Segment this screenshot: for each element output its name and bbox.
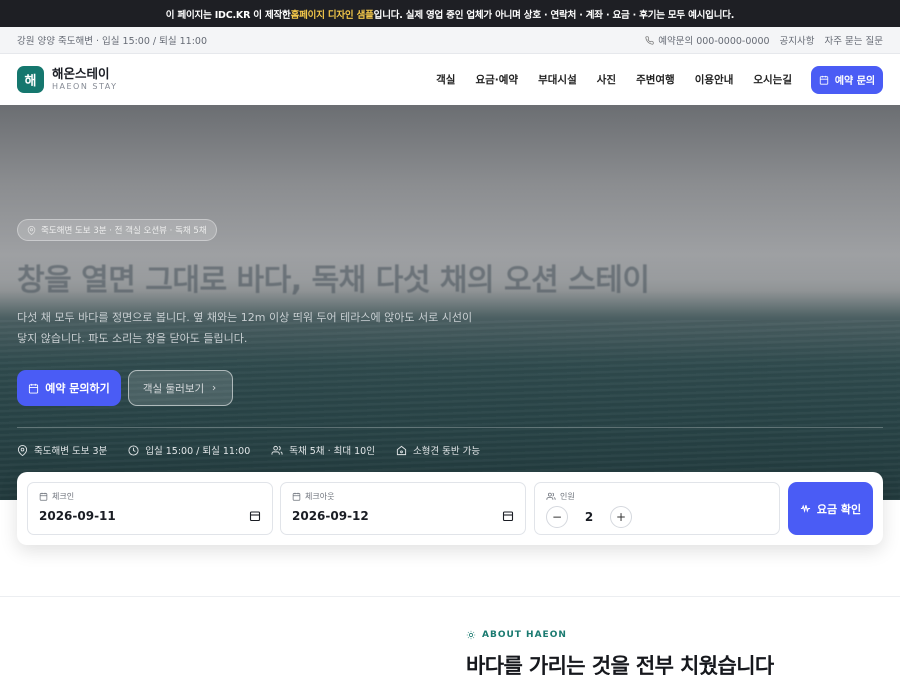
hero-section: 죽도해변 도보 3분 · 전 객실 오션뷰 · 독채 5채 창을 열면 그대로 … bbox=[0, 105, 900, 500]
nav-item-nearby[interactable]: 주변여행 bbox=[636, 72, 675, 87]
brand-subtitle: HAEON STAY bbox=[52, 81, 118, 91]
hero-title: 창을 열면 그대로 바다, 독채 다섯 채의 오션 스테이 bbox=[17, 263, 650, 298]
guests-value: 2 bbox=[584, 510, 594, 524]
fact-capacity: 독채 5채 · 최대 10인 bbox=[289, 446, 375, 457]
guests-field: 인원 − 2 + bbox=[534, 482, 780, 535]
nav-item-facilities[interactable]: 부대시설 bbox=[538, 72, 577, 87]
section-divider bbox=[0, 596, 900, 597]
about-eyebrow-text: ABOUT HAEON bbox=[482, 630, 567, 640]
checkin-value-row: 2026-09-11 bbox=[39, 509, 261, 523]
calendar-icon bbox=[819, 75, 829, 85]
nav-item-directions[interactable]: 오시는길 bbox=[753, 72, 792, 87]
browse-rooms-label: 객실 둘러보기 bbox=[142, 382, 205, 395]
check-rates-label: 요금 확인 bbox=[816, 502, 862, 516]
faq-link[interactable]: 자주 묻는 질문 bbox=[825, 33, 883, 47]
site-logo[interactable]: 해 해온스테이 HAEON STAY bbox=[17, 66, 117, 93]
check-rates-button[interactable]: 요금 확인 bbox=[788, 482, 873, 535]
guests-increment-button[interactable]: + bbox=[610, 506, 632, 528]
calendar-icon bbox=[292, 492, 301, 501]
header-reserve-label: 예약 문의 bbox=[834, 76, 876, 87]
guests-decrement-button[interactable]: − bbox=[546, 506, 568, 528]
checkout-field[interactable]: 체크아웃 2026-09-12 bbox=[280, 482, 526, 535]
main-nav: 객실 요금·예약 부대시설 사진 주변여행 이용안내 오시는길 bbox=[436, 72, 792, 87]
hero-facts: 죽도해변 도보 3분 입실 15:00 / 퇴실 11:00 독채 5채 · 최… bbox=[17, 443, 480, 457]
site-header: 해 해온스테이 HAEON STAY 객실 요금·예약 부대시설 사진 주변여행… bbox=[0, 54, 900, 105]
checkin-label: 체크인 bbox=[52, 492, 75, 501]
fact-item: 입실 15:00 / 퇴실 11:00 bbox=[128, 443, 250, 457]
users-icon bbox=[271, 445, 283, 455]
chevron-right-icon bbox=[212, 385, 216, 391]
brand-name: 해온스테이 bbox=[52, 66, 110, 82]
calendar-picker-icon[interactable] bbox=[249, 510, 261, 522]
checkout-label: 체크아웃 bbox=[305, 492, 335, 501]
phone-icon bbox=[645, 35, 654, 45]
checkout-value: 2026-09-12 bbox=[292, 509, 369, 523]
notice-prefix: 이 페이지는 IDC.KR 이 제작한 bbox=[165, 9, 291, 21]
checkin-label-row: 체크인 bbox=[39, 491, 261, 502]
checkout-value-row: 2026-09-12 bbox=[292, 509, 514, 523]
calendar-picker-icon[interactable] bbox=[502, 510, 514, 522]
fact-hours: 입실 15:00 / 퇴실 11:00 bbox=[145, 446, 251, 457]
utility-links: 예약문의 000-0000-0000 공지사항 자주 묻는 질문 bbox=[645, 33, 883, 47]
nav-item-photos[interactable]: 사진 bbox=[597, 72, 616, 87]
about-eyebrow: ABOUT HAEON bbox=[466, 630, 567, 640]
notice-board-link[interactable]: 공지사항 bbox=[780, 33, 815, 47]
checkout-label-row: 체크아웃 bbox=[292, 491, 514, 502]
about-title: 바다를 가리는 것을 전부 치웠습니다 bbox=[466, 654, 774, 675]
notice-bar: 이 페이지는 IDC.KR 이 제작한 홈페이지 디자인 샘플 입니다. 실제 영… bbox=[0, 0, 900, 27]
header-reserve-button[interactable]: 예약 문의 bbox=[811, 65, 883, 94]
fact-pets: 소형견 동반 가능 bbox=[412, 446, 481, 457]
fact-location: 죽도해변 도보 3분 bbox=[34, 446, 108, 457]
utility-bar: 강원 양양 죽도해변 · 입실 15:00 / 퇴실 11:00 예약문의 00… bbox=[0, 27, 900, 54]
fact-item: 독채 5채 · 최대 10인 bbox=[271, 443, 375, 457]
logo-text: 해온스테이 HAEON STAY bbox=[52, 67, 117, 92]
notice-highlight: 홈페이지 디자인 샘플 bbox=[290, 9, 374, 21]
hero-description: 다섯 채 모두 바다를 정면으로 봅니다. 옆 채와는 12m 이상 띄워 두어… bbox=[17, 311, 473, 345]
checkin-value: 2026-09-11 bbox=[39, 509, 116, 523]
notice-suffix: 입니다. 실제 영업 중인 업체가 아니며 상호 · 연락처 · 계좌 · 요금… bbox=[373, 9, 735, 21]
calendar-icon bbox=[39, 492, 48, 501]
pet-house-icon bbox=[396, 445, 407, 455]
wave-icon bbox=[800, 504, 810, 513]
booking-form: 체크인 2026-09-11 체크아웃 2026-09-12 인원 − 2 + … bbox=[17, 472, 883, 545]
browse-rooms-button[interactable]: 객실 둘러보기 bbox=[128, 370, 233, 406]
hero-divider bbox=[17, 427, 883, 428]
map-pin-icon bbox=[27, 225, 36, 235]
nav-item-guide[interactable]: 이용안내 bbox=[695, 72, 734, 87]
phone-link[interactable]: 예약문의 000-0000-0000 bbox=[645, 33, 770, 47]
hero-badge: 죽도해변 도보 3분 · 전 객실 오션뷰 · 독채 5채 bbox=[17, 219, 217, 241]
guests-label-row: 인원 bbox=[546, 491, 768, 502]
fact-item: 소형견 동반 가능 bbox=[396, 443, 480, 457]
calendar-icon bbox=[29, 383, 39, 394]
fact-item: 죽도해변 도보 3분 bbox=[17, 443, 107, 457]
users-icon bbox=[546, 492, 556, 500]
hero-badge-text: 죽도해변 도보 3분 · 전 객실 오션뷰 · 독채 5채 bbox=[41, 226, 207, 236]
sun-icon bbox=[466, 630, 476, 640]
nav-item-rooms[interactable]: 객실 bbox=[436, 72, 455, 87]
hero-reserve-button[interactable]: 예약 문의하기 bbox=[17, 370, 121, 406]
map-pin-icon bbox=[17, 444, 28, 456]
checkin-field[interactable]: 체크인 2026-09-11 bbox=[27, 482, 273, 535]
location-info: 강원 양양 죽도해변 · 입실 15:00 / 퇴실 11:00 bbox=[17, 36, 208, 47]
guests-label: 인원 bbox=[560, 492, 575, 501]
phone-text: 예약문의 000-0000-0000 bbox=[658, 36, 770, 47]
hero-reserve-label: 예약 문의하기 bbox=[45, 382, 110, 395]
guests-stepper: − 2 + bbox=[546, 506, 768, 528]
nav-item-rates[interactable]: 요금·예약 bbox=[475, 72, 518, 87]
clock-icon bbox=[128, 444, 139, 456]
logo-mark: 해 bbox=[17, 66, 44, 93]
